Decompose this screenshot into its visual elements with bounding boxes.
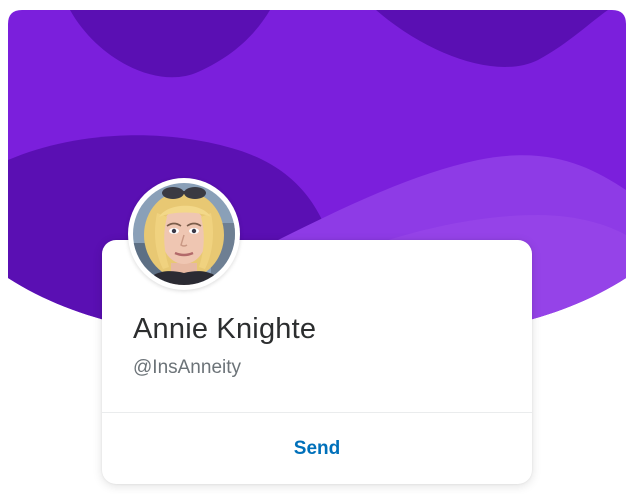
profile-page: Annie Knighte @InsAnneity Send	[0, 0, 633, 494]
send-button[interactable]: Send	[102, 413, 532, 484]
profile-handle: @InsAnneity	[133, 357, 242, 378]
avatar	[128, 178, 240, 290]
profile-name: Annie Knighte	[133, 313, 317, 345]
avatar-photo	[133, 183, 235, 285]
